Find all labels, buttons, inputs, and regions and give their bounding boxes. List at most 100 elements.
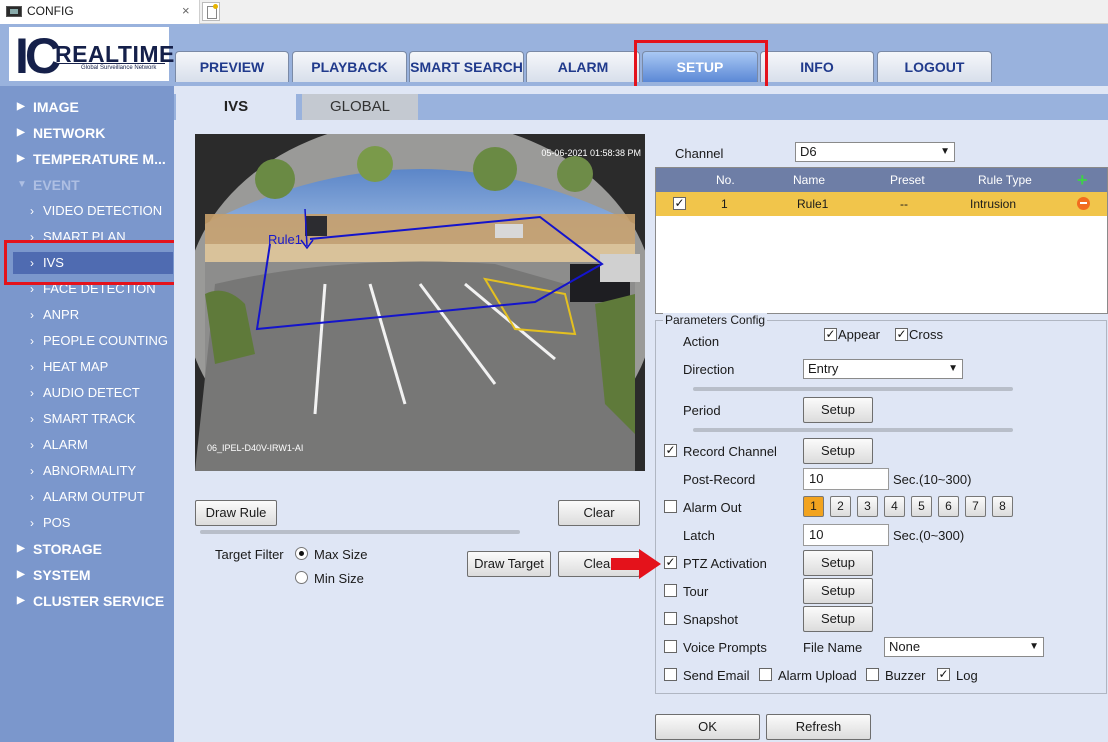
direction-value: Entry	[808, 361, 839, 376]
alarm-out-6-button[interactable]: 6	[938, 496, 959, 517]
alarm-out-8-button[interactable]: 8	[992, 496, 1013, 517]
sidebar-item-cluster-service[interactable]: ▶ CLUSTER SERVICE	[0, 590, 174, 612]
clear-rule-button[interactable]: Clear	[558, 500, 640, 526]
latch-unit: Sec.(0~300)	[893, 528, 965, 543]
tab-alarm[interactable]: ALARM	[526, 51, 640, 82]
tab-ivs[interactable]: IVS	[176, 94, 296, 120]
sidebar-item-people-counting[interactable]: › PEOPLE COUNTING	[0, 330, 174, 352]
send-email-checkbox[interactable]	[664, 668, 677, 681]
post-record-input[interactable]: 10	[803, 468, 889, 490]
chevron-right-icon: ›	[30, 438, 34, 452]
channel-label: Channel	[675, 146, 724, 161]
record-channel-label: Record Channel	[683, 444, 777, 459]
channel-select[interactable]: D6 ▼	[795, 142, 955, 162]
chevron-right-icon: ›	[30, 308, 34, 322]
tour-checkbox[interactable]	[664, 584, 677, 597]
sidebar-item-event[interactable]: ▼ EVENT	[0, 174, 174, 196]
logo-ic: IC	[15, 28, 61, 84]
snapshot-setup-button[interactable]: Setup	[803, 606, 873, 632]
period-setup-button[interactable]: Setup	[803, 397, 873, 423]
sidebar-item-image[interactable]: ▶ IMAGE	[0, 96, 174, 118]
new-tab-icon[interactable]	[202, 2, 220, 21]
draw-target-button[interactable]: Draw Target	[467, 551, 551, 577]
triangle-right-icon: ▶	[17, 101, 25, 112]
file-name-label: File Name	[803, 640, 863, 655]
chevron-down-icon: ▼	[940, 146, 950, 157]
tour-setup-button[interactable]: Setup	[803, 578, 873, 604]
alarm-out-7-button[interactable]: 7	[965, 496, 986, 517]
tour-label: Tour	[683, 584, 709, 599]
record-channel-setup-button[interactable]: Setup	[803, 438, 873, 464]
direction-select[interactable]: Entry ▼	[803, 359, 963, 379]
latch-input[interactable]: 10	[803, 524, 889, 546]
appear-checkbox[interactable]: ✓	[824, 328, 837, 341]
separator	[200, 530, 520, 534]
logo-divider	[55, 63, 165, 64]
max-size-label: Max Size	[314, 547, 368, 562]
sidebar-item-system[interactable]: ▶ SYSTEM	[0, 564, 174, 586]
tab-playback[interactable]: PLAYBACK	[292, 51, 407, 82]
file-name-select[interactable]: None ▼	[884, 637, 1044, 657]
min-size-radio[interactable]	[295, 571, 308, 584]
video-preview[interactable]: 05-06-2021 01:58:38 PM Rule1 06_IPEL-D40…	[195, 134, 645, 471]
ptz-activation-checkbox[interactable]: ✓	[664, 556, 677, 569]
max-size-radio[interactable]	[295, 547, 308, 560]
remove-icon[interactable]	[1077, 197, 1090, 210]
alarm-out-4-button[interactable]: 4	[884, 496, 905, 517]
alarm-upload-checkbox[interactable]	[759, 668, 772, 681]
action-label: Action	[683, 334, 720, 349]
rule-row-checkbox[interactable]: ✓	[673, 197, 686, 210]
tab-info[interactable]: INFO	[760, 51, 874, 82]
table-header: No. Name Preset Rule Type +	[656, 168, 1107, 192]
refresh-button[interactable]: Refresh	[766, 714, 871, 740]
record-channel-checkbox[interactable]: ✓	[664, 444, 677, 457]
sidebar-item-heat-map[interactable]: › HEAT MAP	[0, 356, 174, 378]
sidebar-item-pos[interactable]: › POS	[0, 512, 174, 534]
log-checkbox[interactable]: ✓	[937, 668, 950, 681]
cross-checkbox[interactable]: ✓	[895, 328, 908, 341]
ivs-highlight-box	[4, 240, 188, 285]
app-header: IC REALTIME Global Surveillance Network …	[0, 24, 1108, 86]
close-icon[interactable]: ×	[182, 3, 190, 18]
add-icon[interactable]: +	[1077, 168, 1088, 192]
alarm-out-5-button[interactable]: 5	[911, 496, 932, 517]
buzzer-checkbox[interactable]	[866, 668, 879, 681]
sidebar-item-anpr[interactable]: › ANPR	[0, 304, 174, 326]
tab-logout[interactable]: LOGOUT	[877, 51, 992, 82]
post-record-label: Post-Record	[683, 472, 756, 487]
sidebar-item-alarm-output[interactable]: › ALARM OUTPUT	[0, 486, 174, 508]
direction-label: Direction	[683, 362, 735, 377]
alarm-out-1-button[interactable]: 1	[803, 496, 824, 517]
main-panel: IVS GLOBAL 05-06-2021 01:58:38 PM Rule1 …	[174, 86, 1108, 742]
alarm-out-3-button[interactable]: 3	[857, 496, 878, 517]
draw-rule-button[interactable]: Draw Rule	[195, 500, 277, 526]
sidebar-item-alarm[interactable]: › ALARM	[0, 434, 174, 456]
row-preset: --	[900, 197, 908, 211]
sidebar-item-audio-detect[interactable]: › AUDIO DETECT	[0, 382, 174, 404]
alarm-out-checkbox[interactable]	[664, 500, 677, 513]
tab-preview[interactable]: PREVIEW	[175, 51, 289, 82]
triangle-right-icon: ▶	[17, 595, 25, 606]
chevron-down-icon: ▼	[948, 363, 958, 374]
sidebar-item-smart-track[interactable]: › SMART TRACK	[0, 408, 174, 430]
separator	[693, 428, 1013, 432]
sidebar-item-abnormality[interactable]: › ABNORMALITY	[0, 460, 174, 482]
browser-tab[interactable]: CONFIG ×	[0, 0, 200, 24]
row-rule-type: Intrusion	[970, 197, 1017, 211]
ok-button[interactable]: OK	[655, 714, 760, 740]
sidebar-item-storage[interactable]: ▶ STORAGE	[0, 538, 174, 560]
browser-tab-bar: CONFIG ×	[0, 0, 1108, 24]
snapshot-checkbox[interactable]	[664, 612, 677, 625]
separator	[693, 387, 1013, 391]
tab-global[interactable]: GLOBAL	[302, 94, 418, 120]
sidebar-item-temperature[interactable]: ▶ TEMPERATURE M...	[0, 148, 174, 170]
table-row[interactable]: ✓ 1 Rule1 -- Intrusion	[656, 192, 1107, 216]
alarm-out-2-button[interactable]: 2	[830, 496, 851, 517]
sidebar-item-network[interactable]: ▶ NETWORK	[0, 122, 174, 144]
tab-smart-search[interactable]: SMART SEARCH	[409, 51, 524, 82]
sidebar-item-video-detection[interactable]: › VIDEO DETECTION	[0, 200, 174, 222]
ptz-setup-button[interactable]: Setup	[803, 550, 873, 576]
triangle-down-icon: ▼	[17, 179, 27, 190]
chevron-right-icon: ›	[30, 412, 34, 426]
voice-prompts-checkbox[interactable]	[664, 640, 677, 653]
